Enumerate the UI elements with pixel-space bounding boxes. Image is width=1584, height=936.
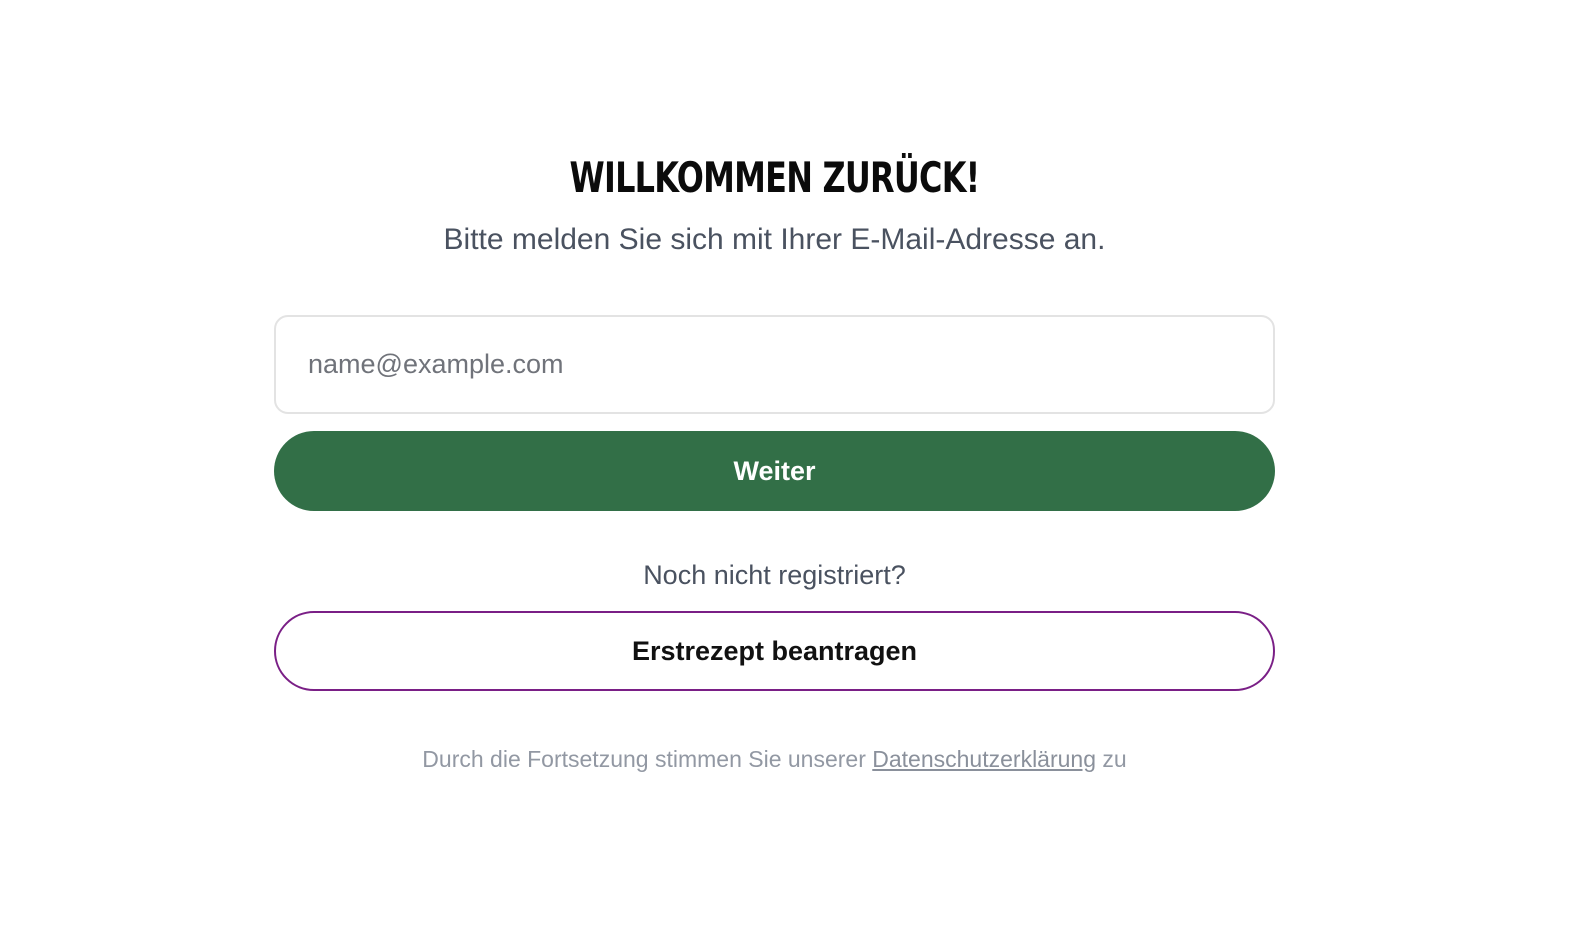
continue-button[interactable]: Weiter (274, 431, 1275, 511)
consent-note: Durch die Fortsetzung stimmen Sie unsere… (274, 743, 1275, 775)
page-title: WILLKOMMEN ZURÜCK! (569, 153, 981, 202)
consent-suffix: zu (1096, 746, 1127, 772)
login-panel: WILLKOMMEN ZURÜCK! Bitte melden Sie sich… (274, 150, 1275, 775)
register-prompt: Noch nicht registriert? (643, 560, 906, 590)
login-page: WILLKOMMEN ZURÜCK! Bitte melden Sie sich… (0, 0, 1584, 936)
privacy-policy-link[interactable]: Datenschutzerklärung (872, 746, 1096, 772)
login-subtitle: Bitte melden Sie sich mit Ihrer E-Mail-A… (443, 223, 1106, 256)
consent-prefix: Durch die Fortsetzung stimmen Sie unsere… (422, 746, 873, 772)
request-prescription-button[interactable]: Erstrezept beantragen (274, 611, 1275, 691)
email-field[interactable] (274, 315, 1275, 414)
